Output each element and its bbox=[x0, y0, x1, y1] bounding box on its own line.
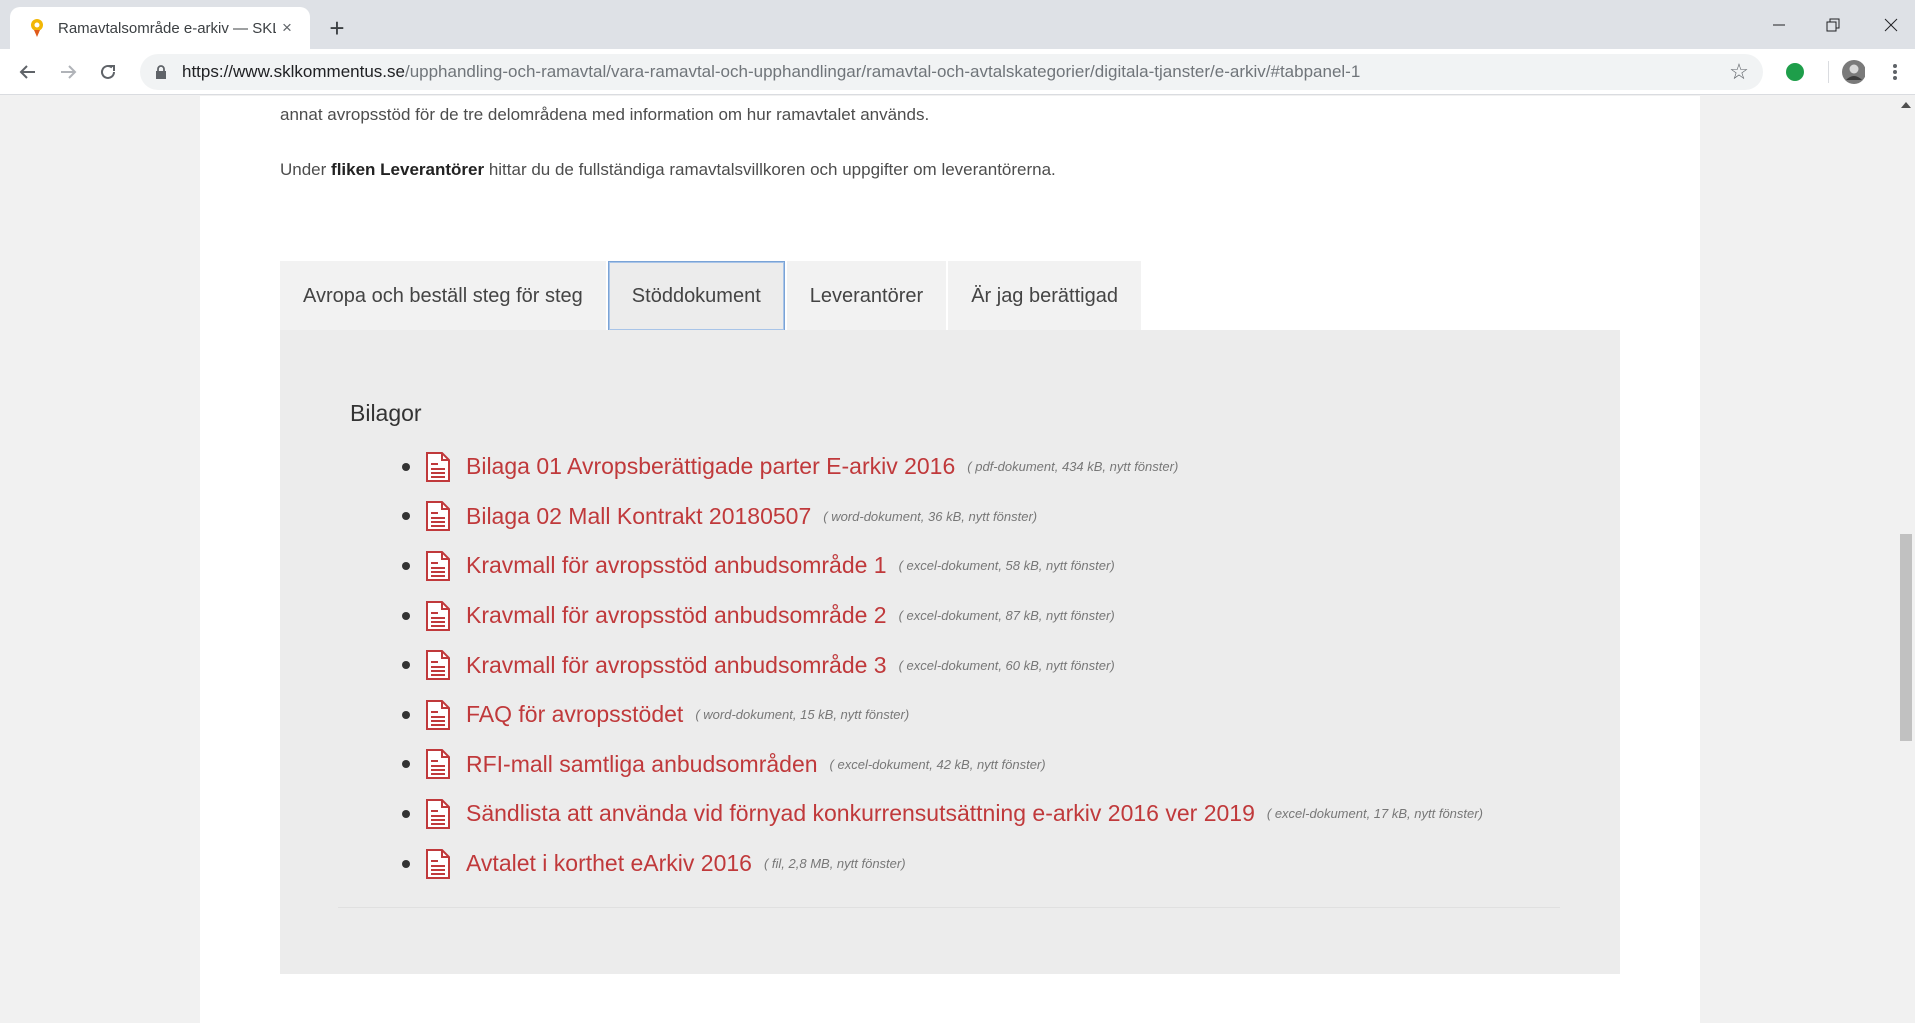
document-icon bbox=[424, 649, 452, 681]
document-icon bbox=[424, 798, 452, 830]
browser-toolbar: https://www.sklkommentus.se/upphandling-… bbox=[0, 49, 1915, 95]
document-meta: ( pdf-dokument, 434 kB, nytt fönster) bbox=[967, 459, 1179, 475]
list-item: Kravmall för avropsstöd anbudsområde 2 (… bbox=[402, 591, 1483, 641]
document-link[interactable]: RFI-mall samtliga anbudsområden bbox=[466, 751, 818, 778]
content-card: annat avropsstöd för de tre delområdena … bbox=[200, 96, 1700, 1023]
intro-bold-text: fliken Leverantörer bbox=[331, 160, 485, 179]
toolbar-separator bbox=[1828, 61, 1829, 83]
extension-icon[interactable] bbox=[1783, 60, 1807, 84]
list-item: Kravmall för avropsstöd anbudsområde 3 (… bbox=[402, 640, 1483, 690]
browser-tab[interactable]: Ramavtalsområde e-arkiv — SKL × bbox=[10, 7, 310, 49]
bullet-icon bbox=[402, 561, 410, 570]
list-item: Bilaga 02 Mall Kontrakt 20180507 ( word-… bbox=[402, 492, 1483, 542]
bullet-icon bbox=[402, 462, 410, 471]
document-meta: ( word-dokument, 15 kB, nytt fönster) bbox=[695, 707, 910, 723]
bullet-icon bbox=[402, 661, 410, 670]
document-list: Bilaga 01 Avropsberättigade parter E-ark… bbox=[402, 442, 1483, 888]
browser-tab-title: Ramavtalsområde e-arkiv — SKL bbox=[58, 19, 276, 37]
document-meta: ( excel-dokument, 60 kB, nytt fönster) bbox=[898, 657, 1115, 673]
minimize-icon[interactable] bbox=[1757, 8, 1801, 42]
new-tab-button[interactable]: + bbox=[322, 13, 352, 43]
scroll-up-arrow-icon[interactable] bbox=[1901, 102, 1911, 108]
bullet-icon bbox=[402, 710, 410, 719]
tab-ar-jag-berattigad[interactable]: Är jag berättigad bbox=[948, 261, 1141, 331]
document-link[interactable]: Bilaga 01 Avropsberättigade parter E-ark… bbox=[466, 453, 955, 480]
document-link[interactable]: Bilaga 02 Mall Kontrakt 20180507 bbox=[466, 503, 811, 530]
back-arrow-icon[interactable] bbox=[12, 56, 44, 88]
document-link[interactable]: Kravmall för avropsstöd anbudsområde 2 bbox=[466, 602, 887, 629]
close-window-icon[interactable] bbox=[1869, 8, 1913, 42]
tab-stoddokument[interactable]: Stöddokument bbox=[607, 261, 785, 331]
document-icon bbox=[424, 600, 452, 632]
list-item: Sändlista att använda vid förnyad konkur… bbox=[402, 789, 1483, 839]
document-link[interactable]: Sändlista att använda vid förnyad konkur… bbox=[466, 800, 1255, 827]
tab-panel: Bilagor Bilaga 01 Avropsberättigade part… bbox=[280, 330, 1620, 974]
bookmark-star-icon[interactable]: ☆ bbox=[1727, 59, 1751, 84]
menu-kebab-icon[interactable] bbox=[1883, 60, 1907, 84]
bullet-icon bbox=[402, 859, 410, 868]
bullet-icon bbox=[402, 512, 410, 521]
document-link[interactable]: Avtalet i korthet eArkiv 2016 bbox=[466, 850, 752, 877]
document-meta: ( excel-dokument, 58 kB, nytt fönster) bbox=[898, 558, 1115, 574]
address-bar[interactable]: https://www.sklkommentus.se/upphandling-… bbox=[140, 54, 1763, 90]
intro-text: Under bbox=[280, 160, 332, 179]
document-icon bbox=[424, 500, 452, 532]
restore-icon[interactable] bbox=[1811, 8, 1855, 42]
bullet-icon bbox=[402, 611, 410, 620]
intro-paragraph-1: annat avropsstöd för de tre delområdena … bbox=[280, 105, 930, 124]
forward-arrow-icon[interactable] bbox=[52, 56, 84, 88]
url-text: https://www.sklkommentus.se/upphandling-… bbox=[182, 62, 1360, 82]
lock-icon bbox=[152, 63, 170, 81]
url-path: /upphandling-och-ramavtal/vara-ramavtal-… bbox=[404, 62, 1361, 81]
document-icon bbox=[424, 748, 452, 780]
bullet-icon bbox=[402, 760, 410, 769]
document-meta: ( excel-dokument, 87 kB, nytt fönster) bbox=[898, 608, 1115, 624]
document-meta: ( fil, 2,8 MB, nytt fönster) bbox=[763, 856, 906, 872]
list-item: FAQ för avropsstödet ( word-dokument, 15… bbox=[402, 690, 1483, 740]
list-item: RFI-mall samtliga anbudsområden ( excel-… bbox=[402, 740, 1483, 790]
page-scrollbar[interactable] bbox=[1897, 96, 1915, 1023]
document-icon bbox=[424, 848, 452, 880]
list-item: Bilaga 01 Avropsberättigade parter E-ark… bbox=[402, 442, 1483, 492]
document-meta: ( word-dokument, 36 kB, nytt fönster) bbox=[823, 508, 1038, 524]
content-tabs: Avropa och beställ steg för steg Stöddok… bbox=[280, 261, 1143, 331]
document-icon bbox=[424, 550, 452, 582]
scrollbar-thumb[interactable] bbox=[1900, 534, 1912, 741]
document-link[interactable]: FAQ för avropsstödet bbox=[466, 701, 683, 728]
list-item: Avtalet i korthet eArkiv 2016 ( fil, 2,8… bbox=[402, 839, 1483, 889]
tab-avropa[interactable]: Avropa och beställ steg för steg bbox=[280, 261, 606, 331]
url-host: https://www.sklkommentus.se bbox=[182, 62, 405, 81]
bullet-icon bbox=[402, 809, 410, 818]
list-item: Kravmall för avropsstöd anbudsområde 1 (… bbox=[402, 541, 1483, 591]
intro-text: hittar du de fullständiga ramavtalsvillk… bbox=[484, 160, 1056, 179]
document-link[interactable]: Kravmall för avropsstöd anbudsområde 3 bbox=[466, 652, 887, 679]
profile-avatar[interactable] bbox=[1841, 60, 1865, 84]
document-icon bbox=[424, 451, 452, 483]
tab-leverantorer[interactable]: Leverantörer bbox=[786, 261, 947, 331]
panel-heading: Bilagor bbox=[350, 400, 422, 426]
document-meta: ( excel-dokument, 42 kB, nytt fönster) bbox=[829, 756, 1046, 772]
browser-tab-strip: Ramavtalsområde e-arkiv — SKL × + bbox=[0, 0, 1915, 49]
document-icon bbox=[424, 699, 452, 731]
close-tab-icon[interactable]: × bbox=[276, 17, 298, 39]
page-viewport: annat avropsstöd för de tre delområdena … bbox=[0, 96, 1897, 1023]
site-favicon-icon bbox=[26, 17, 48, 39]
reload-icon[interactable] bbox=[92, 56, 124, 88]
document-link[interactable]: Kravmall för avropsstöd anbudsområde 1 bbox=[466, 552, 887, 579]
document-meta: ( excel-dokument, 17 kB, nytt fönster) bbox=[1266, 806, 1483, 822]
panel-divider bbox=[338, 907, 1560, 908]
intro-paragraph-2: Under fliken Leverantörer hittar du de f… bbox=[280, 160, 1056, 180]
